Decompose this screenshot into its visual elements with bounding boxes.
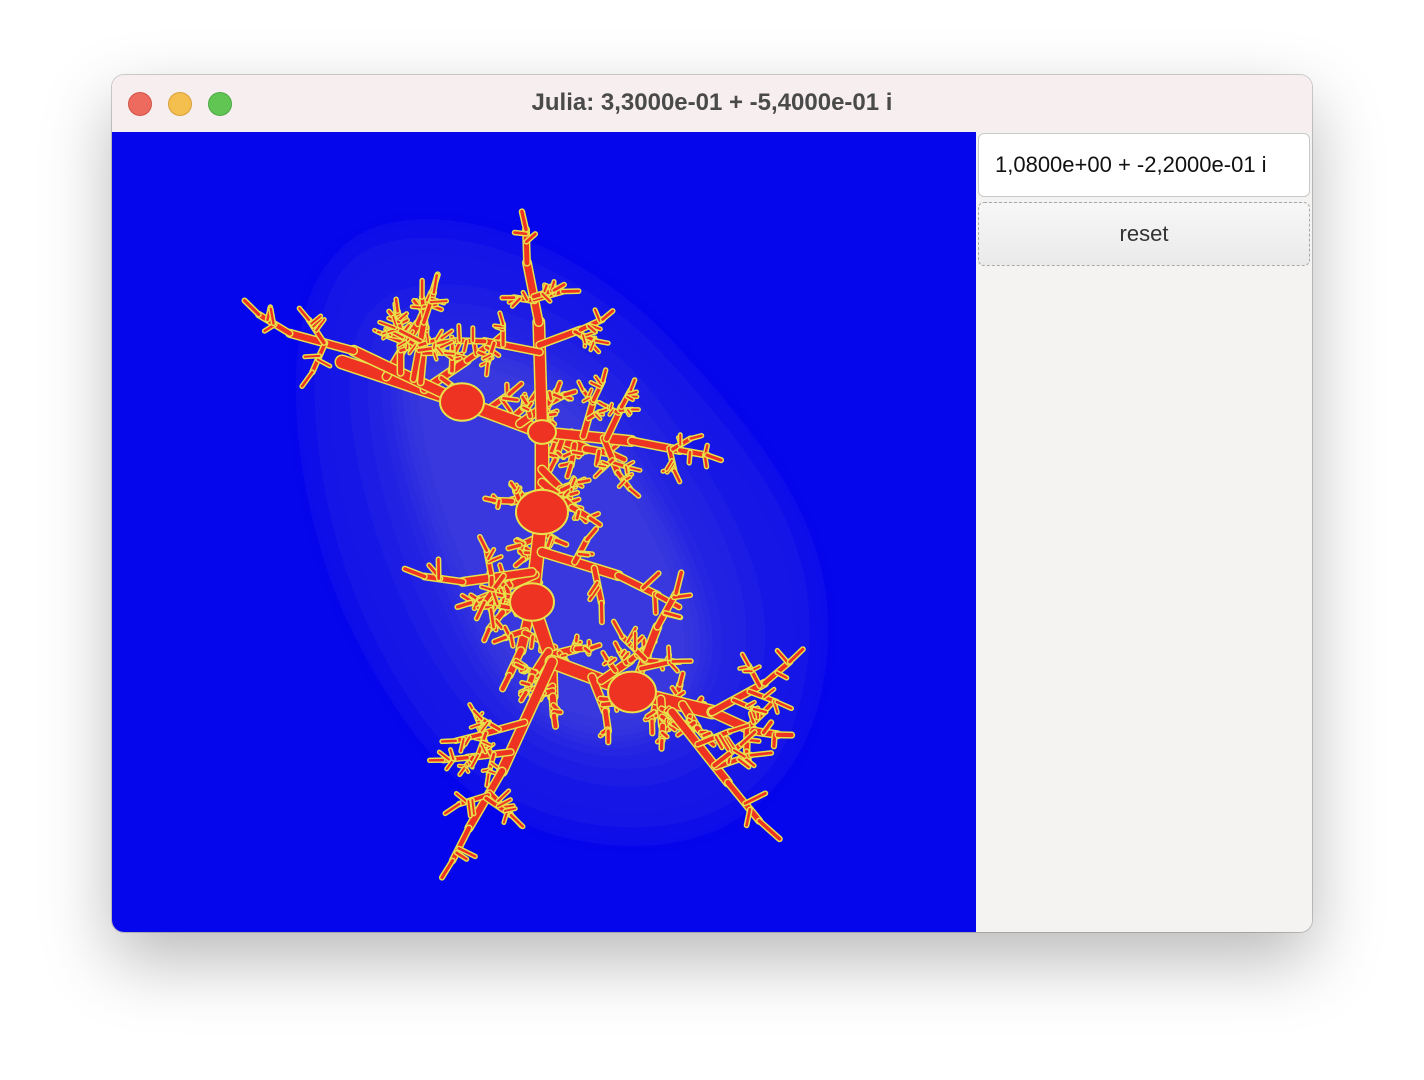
app-window: Julia: 3,3000e-01 + -5,4000e-01 i 1,0800…: [112, 75, 1312, 932]
window-title: Julia: 3,3000e-01 + -5,4000e-01 i: [531, 89, 893, 116]
julia-fractal-image: [241, 208, 820, 881]
title-bar[interactable]: Julia: 3,3000e-01 + -5,4000e-01 i: [112, 75, 1312, 132]
control-panel: reset: [976, 132, 1312, 932]
complex-value-field[interactable]: [978, 133, 1310, 197]
reset-button[interactable]: reset: [978, 202, 1310, 266]
julia-canvas[interactable]: [112, 132, 976, 932]
